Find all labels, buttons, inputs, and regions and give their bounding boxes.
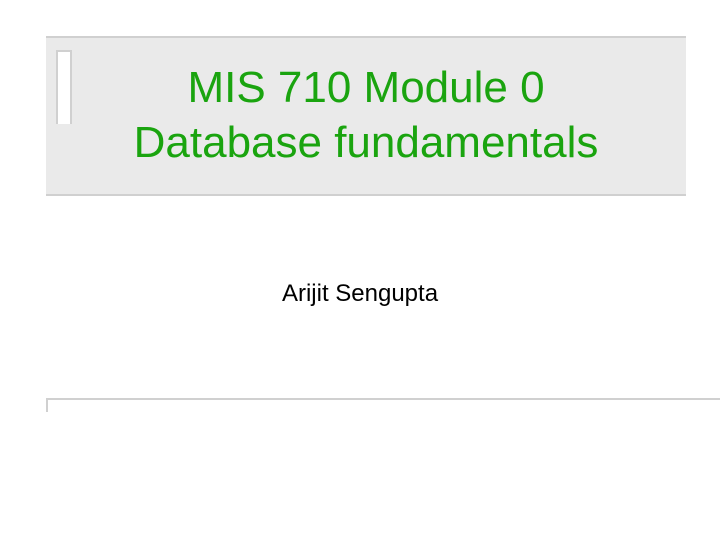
title-banner: MIS 710 Module 0 Database fundamentals bbox=[46, 36, 686, 196]
author-name: Arijit Sengupta bbox=[0, 280, 720, 308]
divider-tab bbox=[46, 400, 48, 412]
divider-line bbox=[46, 398, 720, 400]
title-line-1: MIS 710 Module 0 bbox=[187, 63, 544, 112]
title-line-2: Database fundamentals bbox=[134, 118, 599, 167]
slide-title: MIS 710 Module 0 Database fundamentals bbox=[46, 60, 686, 170]
